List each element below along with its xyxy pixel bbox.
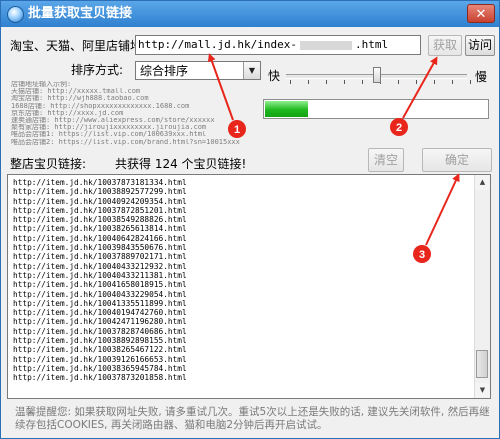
app-window: 批量获取宝贝链接 ✕ 淘宝、天猫、阿里店铺地址: http://mall.jd.… bbox=[0, 0, 500, 439]
link-line: http://item.jd.hk/10038892898155.html bbox=[13, 336, 187, 346]
url-example-line: 京东店铺: http://xxxx.jd.com bbox=[11, 109, 124, 117]
clear-button[interactable]: 清空 bbox=[368, 148, 404, 172]
sort-selected-value: 综合排序 bbox=[140, 64, 189, 78]
sort-select[interactable]: 综合排序 ▼ bbox=[135, 61, 261, 80]
slider-tick bbox=[470, 80, 471, 84]
window-title: 批量获取宝贝链接 bbox=[28, 6, 133, 21]
fetch-button[interactable]: 获取 bbox=[428, 35, 462, 56]
url-example-line: 店铺地址输入示例: bbox=[11, 81, 72, 88]
scroll-down-icon[interactable]: ▼ bbox=[475, 383, 490, 398]
url-example-line: 淘宝店铺: http://wjh888.taobao.com bbox=[11, 95, 149, 103]
link-line: http://item.jd.hk/10040642824166.html bbox=[13, 233, 187, 243]
url-example-line: 唯品会店铺2: https://list.vip.com/brand.html?… bbox=[11, 138, 240, 146]
progress-fill bbox=[265, 101, 308, 117]
link-line: http://item.jd.hk/10040433212932.html bbox=[13, 261, 187, 271]
link-line: http://item.jd.hk/10040194742760.html bbox=[13, 308, 187, 318]
scroll-up-icon[interactable]: ▲ bbox=[475, 175, 490, 190]
slider-tick bbox=[398, 80, 399, 84]
slider-tick bbox=[434, 80, 435, 84]
link-line: http://item.jd.hk/10038265467122.html bbox=[13, 345, 187, 355]
slider-tick bbox=[326, 80, 327, 84]
links-textarea[interactable]: http://item.jd.hk/10037873181334.html htt… bbox=[7, 174, 491, 399]
title-bar[interactable]: 批量获取宝贝链接 ✕ bbox=[1, 1, 499, 27]
annotation-marker-2: 2 bbox=[390, 118, 408, 136]
url-example-line: 聚有家店铺: http://jiroujixxxxxxxxx.jiroujia.… bbox=[11, 124, 207, 132]
shop-url-suffix: .html bbox=[354, 38, 389, 51]
link-line: http://item.jd.hk/10037872851201.html bbox=[13, 205, 187, 215]
shop-url-prefix: http://mall.jd.hk/index- bbox=[138, 38, 297, 51]
scrollbar-thumb[interactable] bbox=[476, 350, 488, 378]
link-line: http://item.jd.hk/10041335511899.html bbox=[13, 298, 187, 308]
shop-url-input[interactable]: http://mall.jd.hk/index- .html bbox=[135, 35, 421, 55]
speed-fast-label: 快 bbox=[268, 69, 281, 83]
link-line: http://item.jd.hk/10039843550676.html bbox=[13, 243, 187, 253]
url-example-line: 天猫店铺: http://xxxxx.tmall.com bbox=[11, 88, 141, 96]
sort-label: 排序方式: bbox=[71, 63, 124, 77]
link-line: http://item.jd.hk/10037828740686.html bbox=[13, 326, 187, 336]
link-line: http://item.jd.hk/10038265613814.html bbox=[13, 224, 187, 234]
link-line: http://item.jd.hk/10042471196280.html bbox=[13, 317, 187, 327]
link-line: http://item.jd.hk/10040433229054.html bbox=[13, 289, 187, 299]
progress-bar bbox=[263, 99, 489, 119]
slider-tick bbox=[362, 80, 363, 84]
link-line: http://item.jd.hk/10040924209354.html bbox=[13, 196, 187, 206]
chevron-down-icon[interactable]: ▼ bbox=[243, 62, 260, 79]
link-count-text: 共获得 124 个宝贝链接! bbox=[115, 157, 247, 171]
app-icon bbox=[7, 6, 24, 23]
slider-tick bbox=[290, 80, 291, 84]
close-button[interactable]: ✕ bbox=[467, 4, 495, 23]
link-line: http://item.jd.hk/10038365945784.html bbox=[13, 363, 187, 373]
links-list: http://item.jd.hk/10037873181334.html htt… bbox=[13, 178, 187, 383]
links-label: 整店宝贝链接: bbox=[10, 157, 87, 171]
slider-tick bbox=[344, 80, 345, 84]
speed-slow-label: 慢 bbox=[475, 70, 488, 84]
slider-tick bbox=[452, 80, 453, 84]
link-line: http://item.jd.hk/10041658018915.html bbox=[13, 280, 187, 290]
url-example-line: 速卖通店铺: http://www.aliexpress.com/store/x… bbox=[11, 116, 215, 124]
link-line: http://item.jd.hk/10039126166653.html bbox=[13, 354, 187, 364]
url-examples: 店铺地址输入示例: 天猫店铺: http://xxxxx.tmall.com 淘宝店… bbox=[11, 81, 259, 146]
annotation-number-2: 2 bbox=[396, 122, 402, 134]
link-line: http://item.jd.hk/10037873201858.html bbox=[13, 373, 187, 383]
tip-text: 温馨提醒您: 如果获取网址失败, 请多重试几次。重试5次以上还是失败的话, 建议… bbox=[15, 406, 490, 431]
visit-button[interactable]: 访问 bbox=[465, 35, 495, 56]
url-example-line: 唯品会店铺1: https://list.vip.com/100639xxx.h… bbox=[11, 131, 207, 139]
link-line: http://item.jd.hk/10037873181334.html bbox=[13, 178, 187, 187]
url-example-line: 1688店铺: http://shopxxxxxxxxxxxxx.1688.co… bbox=[11, 102, 190, 110]
slider-tick bbox=[416, 80, 417, 84]
speed-slider-thumb[interactable] bbox=[373, 67, 381, 83]
link-line: http://item.jd.hk/10037889702171.html bbox=[13, 252, 187, 262]
links-scrollbar[interactable]: ▲ ▼ bbox=[474, 175, 490, 398]
link-line: http://item.jd.hk/10038549288826.html bbox=[13, 215, 187, 225]
slider-tick bbox=[308, 80, 309, 84]
link-line: http://item.jd.hk/10040433211381.html bbox=[13, 270, 187, 280]
confirm-button[interactable]: 确定 bbox=[422, 148, 492, 172]
redacted-url-segment bbox=[299, 40, 352, 50]
link-line: http://item.jd.hk/10038892577299.html bbox=[13, 187, 187, 197]
